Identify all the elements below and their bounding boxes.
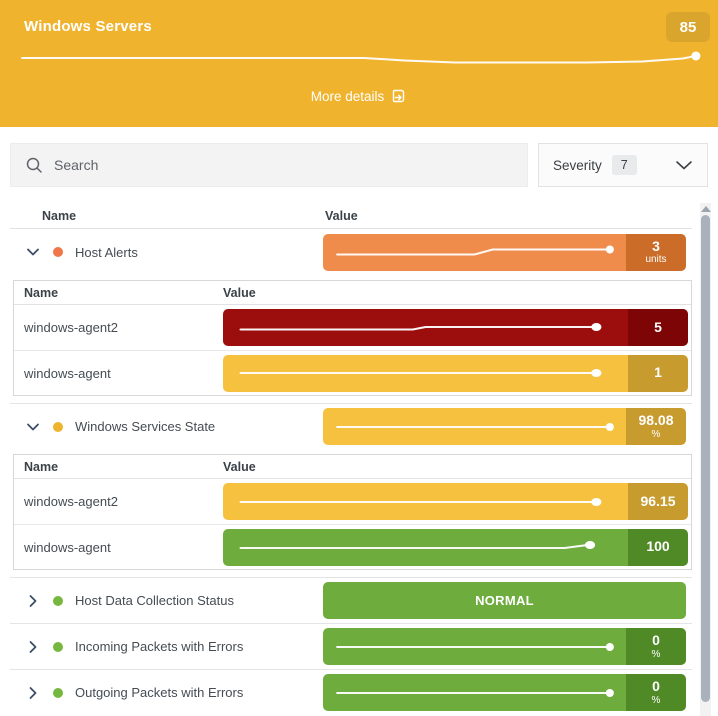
open-report-icon [391, 88, 407, 104]
metric-unit: % [651, 428, 661, 440]
vertical-scrollbar[interactable] [700, 203, 711, 716]
value-box: 0 % [626, 674, 686, 711]
nested-row[interactable]: windows-agent 100 [14, 524, 691, 569]
bar-sparkline [323, 628, 626, 665]
metric-bar: 100 [223, 528, 688, 566]
search-box[interactable] [10, 143, 528, 187]
search-input[interactable] [54, 157, 513, 173]
severity-dropdown[interactable]: Severity 7 [538, 143, 708, 187]
column-header-name: Name [24, 459, 59, 474]
nested-table-header: Name Value [14, 455, 691, 479]
severity-dot [53, 641, 63, 652]
scrollbar-thumb[interactable] [701, 215, 710, 702]
bar-sparkline [223, 529, 628, 566]
table-header: Name Value [10, 203, 692, 229]
table-row-host-alerts[interactable]: Host Alerts 3 units [10, 229, 692, 275]
severity-dot [53, 595, 63, 606]
agent-label: windows-agent2 [24, 494, 118, 509]
chevron-right-icon[interactable] [25, 639, 41, 655]
table-row-incoming-packets-errors[interactable]: Incoming Packets with Errors 0 % [10, 623, 692, 669]
more-details-label: More details [310, 88, 385, 104]
value-box: 0 % [626, 628, 686, 665]
metric-unit: % [651, 648, 661, 660]
value-box: 98.08 % [626, 408, 686, 445]
value-box: 96.15 [628, 483, 688, 520]
nested-table-host-alerts: Name Value windows-agent2 5 windows-agen… [13, 280, 692, 396]
value-box: 100 [628, 528, 688, 566]
status-bar: NORMAL [323, 582, 686, 619]
value-box: 5 [628, 309, 688, 346]
bar-sparkline [323, 674, 626, 711]
metric-label: Incoming Packets with Errors [75, 639, 244, 654]
metric-bar: 0 % [323, 674, 686, 711]
metric-unit: units [645, 254, 667, 266]
metric-value: 0 [652, 678, 660, 695]
agent-label: windows-agent2 [24, 320, 118, 335]
value-box: 1 [628, 354, 688, 392]
bar-sparkline [323, 408, 626, 445]
agent-label: windows-agent [24, 539, 111, 555]
widget-card: Windows Servers 85 More details Search S… [0, 0, 718, 716]
severity-dot [53, 247, 63, 257]
metric-value: 1 [654, 364, 662, 381]
chevron-right-icon[interactable] [25, 593, 41, 609]
table-row-host-data-collection-status[interactable]: Host Data Collection Status NORMAL [10, 577, 692, 623]
nested-row[interactable]: windows-agent2 5 [14, 305, 691, 350]
bar-sparkline [223, 355, 628, 392]
nested-row[interactable]: windows-agent 1 [14, 350, 691, 395]
scroll-up-arrow-icon[interactable] [700, 206, 711, 212]
toolbar: Severity 7 [0, 127, 718, 203]
bar-sparkline [323, 234, 626, 271]
metrics-table: Name Value Host Alerts 3 units Name Valu… [0, 203, 718, 716]
metric-bar: 3 units [323, 233, 686, 271]
value-box: 3 units [626, 233, 686, 271]
metric-bar: 96.15 [223, 483, 688, 520]
chevron-down-icon[interactable] [25, 419, 41, 435]
chevron-right-icon[interactable] [25, 685, 41, 701]
metric-label: Host Alerts [75, 244, 138, 260]
count-badge: 85 [666, 12, 710, 42]
metric-value: 96.15 [640, 492, 676, 509]
severity-count-badge: 7 [611, 155, 637, 175]
severity-dot [53, 421, 63, 432]
column-header-value: Value [223, 459, 256, 474]
metric-unit: % [651, 694, 661, 706]
severity-label: Severity [553, 157, 602, 173]
metric-bar: 5 [223, 309, 688, 346]
metric-value: 100 [646, 538, 670, 555]
widget-header: Windows Servers 85 More details [0, 0, 718, 127]
metric-value: 0 [652, 632, 660, 649]
metric-value: 98.08 [638, 412, 674, 429]
bar-sparkline [223, 309, 628, 346]
chevron-down-icon[interactable] [25, 244, 41, 260]
metric-label: Host Data Collection Status [75, 593, 234, 608]
metric-label: Outgoing Packets with Errors [75, 685, 244, 700]
metric-bar: 0 % [323, 628, 686, 665]
search-icon [25, 156, 44, 175]
column-header-value: Value [223, 285, 256, 300]
nested-row[interactable]: windows-agent2 96.15 [14, 479, 691, 524]
chevron-down-icon [675, 159, 693, 171]
metric-label: Windows Services State [75, 419, 216, 434]
metric-value: 5 [654, 318, 662, 335]
column-header-name: Name [42, 208, 77, 223]
table-row-windows-services-state[interactable]: Windows Services State 98.08 % [10, 403, 692, 449]
severity-dot [53, 687, 63, 698]
agent-label: windows-agent [24, 365, 111, 381]
table-row-outgoing-packets-errors[interactable]: Outgoing Packets with Errors 0 % [10, 669, 692, 715]
metric-bar: 1 [223, 354, 688, 392]
metric-value: 3 [652, 237, 660, 254]
bar-sparkline [223, 483, 628, 520]
more-details-link[interactable]: More details [0, 88, 718, 104]
status-text: NORMAL [475, 593, 534, 608]
nested-table-windows-services: Name Value windows-agent2 96.15 windows-… [13, 454, 692, 570]
column-header-name: Name [24, 285, 59, 300]
page-title: Windows Servers [24, 18, 152, 35]
metric-bar: 98.08 % [323, 408, 686, 445]
header-sparkline [20, 48, 704, 72]
nested-table-header: Name Value [14, 281, 691, 305]
column-header-value: Value [325, 208, 358, 223]
